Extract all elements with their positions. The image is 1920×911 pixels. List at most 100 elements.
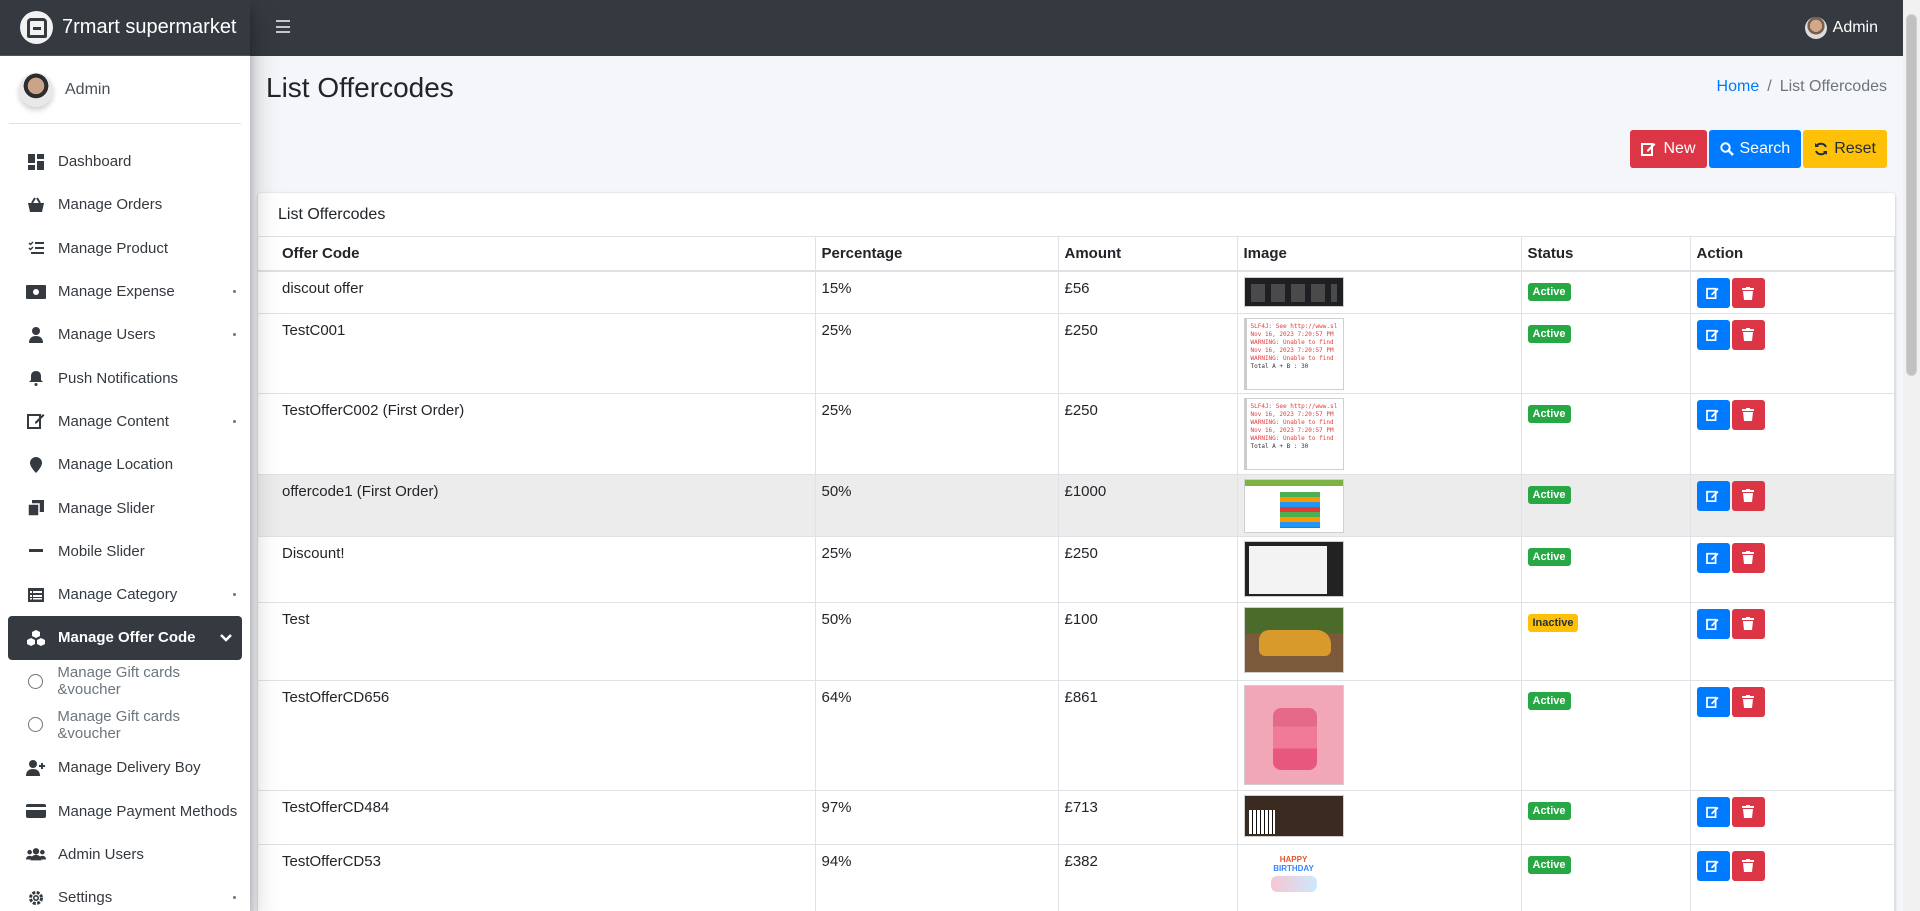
- sidebar-item-dashboard[interactable]: Dashboard: [8, 140, 242, 183]
- offer-code-cell: TestOfferCD656: [258, 679, 816, 790]
- delete-button[interactable]: [1731, 686, 1765, 717]
- sidebar-item-manage-orders[interactable]: Manage Orders: [8, 183, 242, 226]
- user-menu[interactable]: Admin: [1804, 17, 1878, 39]
- log-line: WARNING: Unable to find: [1250, 354, 1334, 362]
- column-header[interactable]: Status: [1521, 237, 1691, 272]
- offer-code-cell: TestOfferCD53: [258, 843, 816, 911]
- table-row: Discount! 25% £250 Active: [258, 535, 1895, 602]
- sidebar-item-manage-product[interactable]: Manage Product: [8, 227, 242, 270]
- page-title: List Offercodes: [266, 72, 454, 103]
- brand-link[interactable]: 7rmart supermarket: [0, 0, 250, 56]
- edit-button[interactable]: [1696, 850, 1730, 881]
- offer-code-cell: TestOfferC002 (First Order): [258, 392, 816, 474]
- percentage-cell: 25%: [815, 392, 1059, 474]
- sidebar-item-manage-category[interactable]: Manage Category: [8, 573, 242, 616]
- delete-button[interactable]: [1731, 850, 1765, 881]
- column-header[interactable]: Action: [1690, 237, 1895, 272]
- sidebar-item-label: Manage Expense: [58, 283, 175, 301]
- sidebar-item-manage-delivery-boy[interactable]: Manage Delivery Boy: [8, 746, 242, 789]
- column-header[interactable]: Percentage: [815, 237, 1059, 272]
- table-row: TestOfferCD53 94% £382 HAPPY BIRTHDAY Act…: [258, 843, 1895, 911]
- edit-button[interactable]: [1696, 480, 1730, 511]
- offer-image: SLF4J: See http://www.sl Nov 16, 2023 7:2…: [1243, 317, 1344, 390]
- new-button-label: New: [1663, 140, 1696, 157]
- delete-button[interactable]: [1731, 608, 1765, 639]
- edit-button[interactable]: [1696, 319, 1730, 350]
- delete-button[interactable]: [1731, 399, 1765, 430]
- edit-button[interactable]: [1696, 686, 1730, 717]
- delete-button[interactable]: [1731, 480, 1765, 511]
- status-badge[interactable]: Active: [1527, 691, 1571, 710]
- delete-button[interactable]: [1731, 796, 1765, 827]
- amount-cell: £100: [1058, 601, 1238, 680]
- sidebar-item-label: Manage Delivery Boy: [58, 759, 201, 777]
- status-badge[interactable]: Inactive: [1527, 613, 1579, 632]
- status-badge[interactable]: Active: [1527, 547, 1571, 566]
- image-cell: [1237, 679, 1522, 790]
- status-badge[interactable]: Active: [1527, 801, 1571, 820]
- image-cell: HAPPY BIRTHDAY: [1237, 843, 1522, 911]
- sidebar-item-gift-cards[interactable]: Manage Gift cards &voucher: [8, 660, 242, 703]
- sidebar-item-manage-location[interactable]: Manage Location: [8, 443, 242, 486]
- column-header[interactable]: Image: [1237, 237, 1522, 272]
- sidebar-item-admin-users[interactable]: Admin Users: [8, 833, 242, 876]
- action-cell: [1690, 679, 1895, 790]
- menu-toggle-icon[interactable]: [276, 20, 290, 34]
- offer-image: [1243, 794, 1344, 837]
- edit-button[interactable]: [1696, 542, 1730, 573]
- edit-button[interactable]: [1696, 608, 1730, 639]
- edit-button[interactable]: [1696, 278, 1730, 308]
- edit-button[interactable]: [1696, 796, 1730, 827]
- percentage-cell: 25%: [815, 535, 1059, 602]
- sidebar-item-label: Manage Orders: [58, 196, 163, 214]
- offer-image: [1243, 606, 1344, 673]
- status-badge[interactable]: Active: [1527, 324, 1571, 343]
- delete-button[interactable]: [1731, 542, 1765, 573]
- scrollbar-thumb[interactable]: [1906, 14, 1917, 376]
- status-badge[interactable]: Active: [1527, 404, 1571, 423]
- edit-icon: [1706, 860, 1719, 872]
- percentage-cell: 15%: [815, 270, 1059, 313]
- table-row: TestOfferCD656 64% £861 Active: [258, 679, 1895, 790]
- sidebar-item-label: Manage Gift cards &voucher: [57, 707, 180, 742]
- sidebar-item-manage-content[interactable]: Manage Content: [8, 400, 242, 443]
- new-button[interactable]: New: [1630, 130, 1707, 168]
- users-icon: [26, 845, 46, 863]
- delete-button[interactable]: [1731, 278, 1765, 308]
- sidebar-item-manage-offer-code[interactable]: Manage Offer Code: [8, 616, 242, 660]
- sidebar-item-mobile-slider[interactable]: Mobile Slider: [8, 530, 242, 573]
- sidebar-item-settings[interactable]: Settings: [8, 876, 242, 911]
- credit-card-icon: [26, 802, 46, 820]
- breadcrumb-home-link[interactable]: Home: [1717, 78, 1760, 96]
- log-line: Nov 16, 2023 7:20:57 PM: [1250, 426, 1334, 434]
- expand-indicator-icon: [233, 333, 236, 337]
- table-row: TestOfferCD484 97% £713 Active: [258, 789, 1895, 844]
- search-button-label: Search: [1739, 140, 1791, 157]
- offer-code-cell: discout offer: [258, 270, 816, 313]
- amount-cell: £250: [1058, 535, 1238, 602]
- sidebar-item-gift-cards-2[interactable]: Manage Gift cards &voucher: [8, 703, 242, 746]
- reset-button[interactable]: Reset: [1803, 130, 1887, 168]
- sidebar-item-manage-expense[interactable]: Manage Expense: [8, 270, 242, 313]
- offer-image: HAPPY BIRTHDAY: [1243, 848, 1344, 905]
- avatar: [19, 72, 53, 107]
- column-header[interactable]: Offer Code: [258, 237, 816, 272]
- delete-button[interactable]: [1731, 319, 1765, 350]
- log-line: Total A + B : 30: [1250, 442, 1309, 450]
- sidebar-item-manage-slider[interactable]: Manage Slider: [8, 486, 242, 529]
- status-badge[interactable]: Active: [1527, 283, 1571, 301]
- scrollbar[interactable]: [1903, 0, 1920, 911]
- status-cell: Active: [1521, 535, 1691, 602]
- expand-indicator-icon: [233, 896, 236, 900]
- sidebar-item-manage-users[interactable]: Manage Users: [8, 313, 242, 356]
- sidebar-item-label: Push Notifications: [58, 369, 179, 387]
- edit-button[interactable]: [1696, 399, 1730, 430]
- sidebar-item-push-notifications[interactable]: Push Notifications: [8, 356, 242, 399]
- action-cell: [1690, 843, 1895, 911]
- search-button[interactable]: Search: [1708, 130, 1802, 168]
- sidebar-item-manage-payment-methods[interactable]: Manage Payment Methods: [8, 789, 242, 832]
- user-panel[interactable]: Admin: [9, 56, 241, 124]
- status-badge[interactable]: Active: [1527, 485, 1571, 504]
- column-header[interactable]: Amount: [1058, 237, 1238, 272]
- status-badge[interactable]: Active: [1527, 855, 1571, 874]
